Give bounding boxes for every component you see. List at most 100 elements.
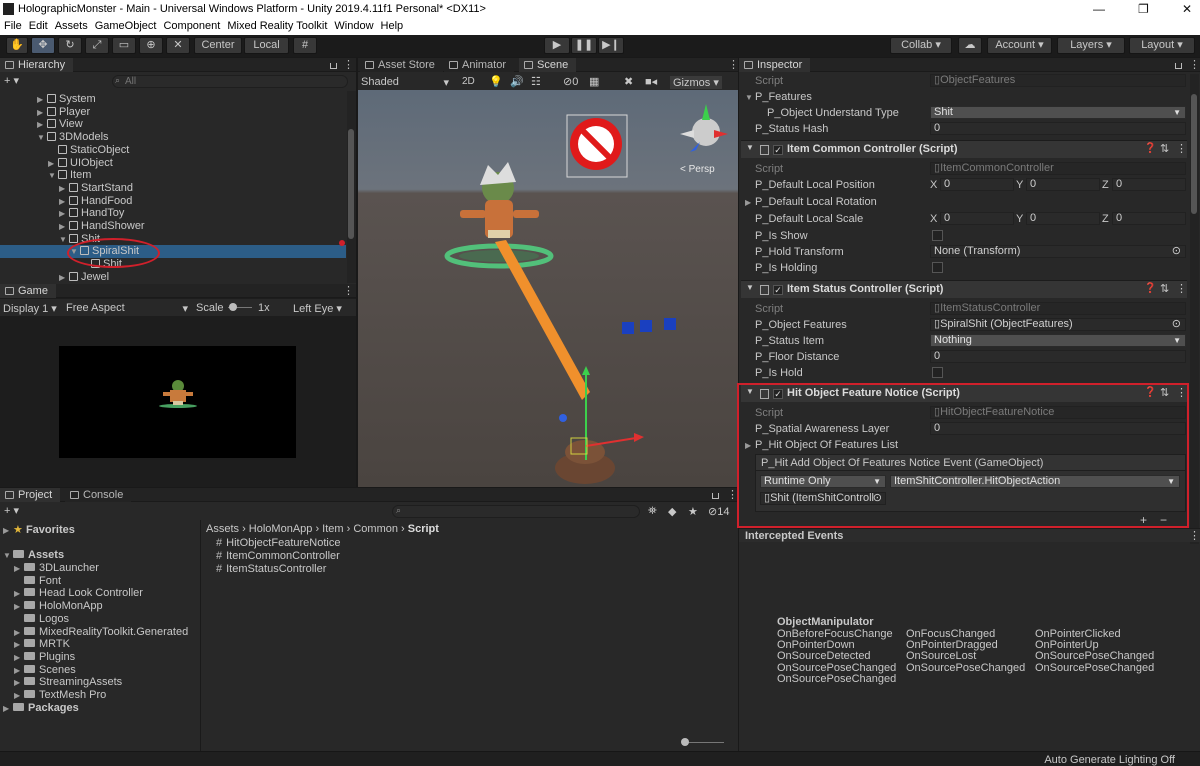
tab-scene[interactable]: Scene [519, 58, 577, 72]
hierarchy-scrollbar[interactable] [347, 91, 356, 283]
tab-asset-store[interactable]: Asset Store [360, 58, 443, 72]
hierarchy-item[interactable]: ▼ Shit [0, 233, 346, 246]
breadcrumb-item[interactable]: Assets [206, 523, 239, 535]
add-object-button[interactable]: + ▾ [4, 74, 19, 87]
light-icon[interactable]: 💡 [489, 75, 503, 88]
hierarchy-item[interactable]: ▼ SpiralShit [0, 245, 346, 259]
menu-window[interactable]: Window [330, 19, 376, 32]
pivot-center-button[interactable]: Center [194, 37, 242, 54]
close-button[interactable]: ✕ [1182, 2, 1192, 16]
status-hash-field[interactable]: 0 [930, 122, 1186, 135]
foldout-arrow-icon[interactable]: ▶ [37, 93, 47, 106]
kebab-menu-icon[interactable]: ⋮ [728, 58, 739, 71]
foldout-arrow-icon[interactable]: ▶ [59, 207, 69, 220]
pause-button[interactable]: ❚❚ [571, 37, 597, 54]
hierarchy-search-input[interactable] [112, 75, 348, 88]
preset-icon[interactable]: ⇅ [1160, 142, 1169, 155]
rect-tool-button[interactable]: ▭ [112, 37, 136, 54]
axis-y-field[interactable]: 0 [1026, 212, 1100, 225]
collab-button[interactable]: Collab ▾ [890, 37, 952, 54]
object-features-field[interactable]: ▯SpiralShit (ObjectFeatures) ⊙ [930, 318, 1186, 331]
tab-inspector[interactable]: Inspector [739, 58, 811, 72]
component-header-item-status[interactable]: ▼ ✓ Item Status Controller (Script) ❓ ⇅ … [741, 280, 1187, 298]
kebab-menu-icon[interactable]: ⋮ [1189, 58, 1200, 71]
move-tool-button[interactable]: ✥ [31, 37, 55, 54]
packages-node[interactable]: ▶ Packages [3, 702, 79, 715]
floor-distance-field[interactable]: 0 [930, 350, 1186, 363]
scale-slider-thumb[interactable] [229, 303, 237, 311]
object-picker-icon[interactable]: ⊙ [1172, 319, 1181, 330]
menu-edit[interactable]: Edit [25, 19, 51, 32]
tab-game[interactable]: Game [0, 284, 56, 298]
foldout-arrow[interactable]: ▼ [746, 283, 754, 292]
favorite-icon[interactable]: ★ [688, 505, 698, 518]
understand-type-dropdown[interactable]: Shit ▼ [930, 106, 1186, 119]
scale-tool-button[interactable]: ⤢ [85, 37, 109, 54]
inspector-scroll-thumb[interactable] [1191, 94, 1197, 214]
foldout-arrow-icon[interactable]: ▶ [59, 220, 69, 233]
foldout-arrow-icon[interactable]: ▼ [37, 131, 47, 144]
hierarchy-item[interactable]: ▶ System [0, 93, 346, 106]
inspector-scrollbar[interactable] [1190, 74, 1199, 544]
foldout-arrow-icon[interactable]: ▶ [37, 106, 47, 119]
project-folder[interactable]: ▶ TextMesh Pro [14, 689, 106, 702]
is-show-checkbox[interactable] [932, 230, 943, 241]
hold-transform-field[interactable]: None (Transform) ⊙ [930, 245, 1186, 258]
camera-icon[interactable]: ■◂ [645, 75, 657, 88]
is-holding-checkbox[interactable] [932, 262, 943, 273]
project-folder[interactable]: ▶ Scenes [14, 664, 76, 677]
project-folder[interactable]: ▶ Head Look Controller [14, 587, 143, 600]
breadcrumb-current[interactable]: Script [408, 523, 439, 535]
help-icon[interactable]: ❓ [1144, 283, 1156, 294]
foldout-arrow-icon[interactable]: ▶ [14, 626, 24, 639]
foldout-arrow-icon[interactable]: ▶ [14, 664, 24, 677]
scene-view[interactable]: < Persp [358, 90, 738, 487]
axis-y-label[interactable]: Y [1016, 212, 1023, 226]
mode-2d-toggle[interactable]: 2D [462, 76, 475, 87]
menu-mrtk[interactable]: Mixed Reality Toolkit [223, 19, 330, 32]
intercepted-events-header[interactable]: Intercepted Events ⋮ [739, 528, 1200, 542]
tools-settings-icon[interactable]: ✖ [624, 75, 633, 88]
hierarchy-item[interactable]: ▶ View [0, 118, 346, 131]
lock-icon[interactable] [330, 63, 337, 69]
assets-node[interactable]: ▼ Assets [3, 549, 64, 562]
breadcrumb-item[interactable]: HoloMonApp [249, 523, 313, 535]
tab-hierarchy[interactable]: Hierarchy [0, 58, 74, 72]
kebab-menu-icon[interactable]: ⋮ [1189, 529, 1200, 542]
hierarchy-item[interactable]: ▶ Jewel [0, 271, 346, 283]
is-hold-checkbox[interactable] [932, 367, 943, 378]
axis-x-label[interactable]: X [930, 178, 937, 192]
axis-z-label[interactable]: Z [1102, 212, 1109, 226]
kebab-menu-icon[interactable]: ⋮ [343, 284, 354, 297]
hierarchy-item[interactable]: ▶ UIObject [0, 157, 346, 170]
project-folder[interactable]: ▶ Plugins [14, 651, 75, 664]
account-dropdown[interactable]: Account ▾ [987, 37, 1052, 54]
menu-gameobject[interactable]: GameObject [91, 19, 160, 32]
foldout-arrow-icon[interactable]: ▶ [59, 182, 69, 195]
foldout-arrow-icon[interactable]: ▶ [14, 587, 24, 600]
perspective-label[interactable]: < Persp [680, 164, 715, 175]
tab-animator[interactable]: Animator [444, 58, 515, 72]
icon-size-slider-thumb[interactable] [681, 738, 689, 746]
hierarchy-item[interactable]: ▼ 3DModels [0, 131, 346, 144]
component-enabled-checkbox[interactable]: ✓ [773, 285, 783, 295]
axis-y-field[interactable]: 0 [1026, 178, 1100, 191]
grid-snap-button[interactable]: # [293, 37, 317, 54]
grid-toggle-icon[interactable]: ▦ [589, 75, 599, 88]
tab-console[interactable]: Console [65, 488, 132, 502]
project-folder[interactable]: ▶ StreamingAssets [14, 676, 122, 689]
breadcrumb-item[interactable]: Common [353, 523, 398, 535]
play-button[interactable]: ▶ [544, 37, 570, 54]
project-folder[interactable]: ▶ 3DLauncher [14, 562, 99, 575]
status-item-dropdown[interactable]: Nothing ▼ [930, 334, 1186, 347]
project-search-input[interactable] [392, 505, 640, 518]
hidden-packages-icon[interactable]: ⊘14 [708, 505, 729, 518]
breadcrumb-item[interactable]: Item [322, 523, 343, 535]
axis-x-field[interactable]: 0 [940, 212, 1014, 225]
component-enabled-checkbox[interactable]: ✓ [773, 145, 783, 155]
asset-file[interactable]: # HitObjectFeatureNotice [216, 537, 340, 550]
shading-dropdown[interactable]: Shaded ▾ [361, 76, 449, 89]
lock-icon[interactable] [712, 493, 719, 499]
axis-x-field[interactable]: 0 [940, 178, 1014, 191]
filter-label-icon[interactable]: ◆ [668, 505, 676, 518]
